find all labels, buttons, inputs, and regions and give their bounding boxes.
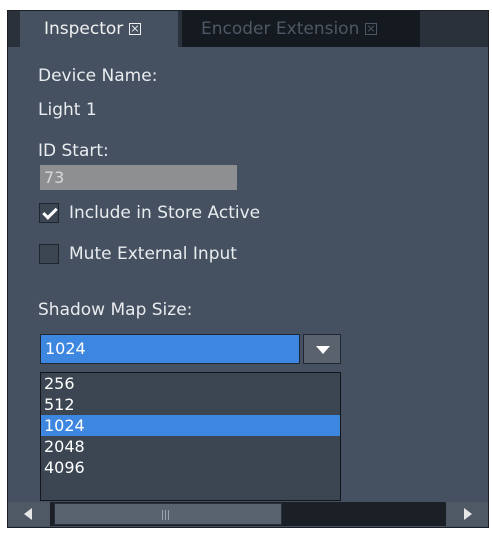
- tab-inspector-label: Inspector: [44, 19, 124, 39]
- arrow-left-icon: [24, 508, 32, 520]
- arrow-right-icon: [464, 508, 472, 520]
- scroll-right-button[interactable]: [446, 502, 488, 526]
- mute-external-input-label: Mute External Input: [69, 244, 237, 264]
- device-name-value: Light 1: [38, 100, 97, 120]
- close-box-icon[interactable]: [365, 23, 378, 35]
- shadow-map-size-option[interactable]: 256: [41, 373, 340, 394]
- id-start-input[interactable]: [40, 165, 237, 190]
- shadow-map-size-selected[interactable]: 1024: [40, 334, 300, 364]
- shadow-map-size-option[interactable]: 2048: [41, 436, 340, 457]
- scrollbar-thumb[interactable]: [54, 503, 282, 525]
- include-in-store-active-label: Include in Store Active: [69, 203, 261, 223]
- include-in-store-active-checkbox[interactable]: [39, 203, 59, 223]
- tab-encoder-extension-label: Encoder Extension: [201, 19, 360, 39]
- shadow-map-size-dropdown[interactable]: 1024: [40, 334, 341, 364]
- shadow-map-size-option[interactable]: 4096: [41, 457, 340, 478]
- tab-inspector[interactable]: Inspector: [20, 11, 178, 47]
- shadow-map-size-label: Shadow Map Size:: [38, 300, 193, 320]
- grip-line: [168, 510, 169, 520]
- grip-line: [165, 510, 166, 520]
- scroll-left-button[interactable]: [8, 502, 50, 526]
- id-start-label: ID Start:: [38, 141, 109, 161]
- chevron-down-icon: [316, 346, 330, 354]
- inspector-panel: Inspector Encoder Extension Device Name:…: [7, 10, 489, 528]
- tab-encoder-extension[interactable]: Encoder Extension: [182, 11, 420, 47]
- shadow-map-size-option[interactable]: 512: [41, 394, 340, 415]
- tab-bar: Inspector Encoder Extension: [8, 11, 488, 47]
- grip-line: [162, 510, 163, 520]
- device-name-label: Device Name:: [38, 66, 158, 86]
- horizontal-scrollbar[interactable]: [8, 502, 488, 526]
- shadow-map-size-option-selected[interactable]: 1024: [41, 415, 340, 436]
- dropdown-toggle-button[interactable]: [303, 334, 341, 364]
- close-box-icon[interactable]: [129, 23, 142, 35]
- shadow-map-size-options-list: 256 512 1024 2048 4096: [40, 372, 341, 501]
- mute-external-input-checkbox[interactable]: [39, 244, 59, 264]
